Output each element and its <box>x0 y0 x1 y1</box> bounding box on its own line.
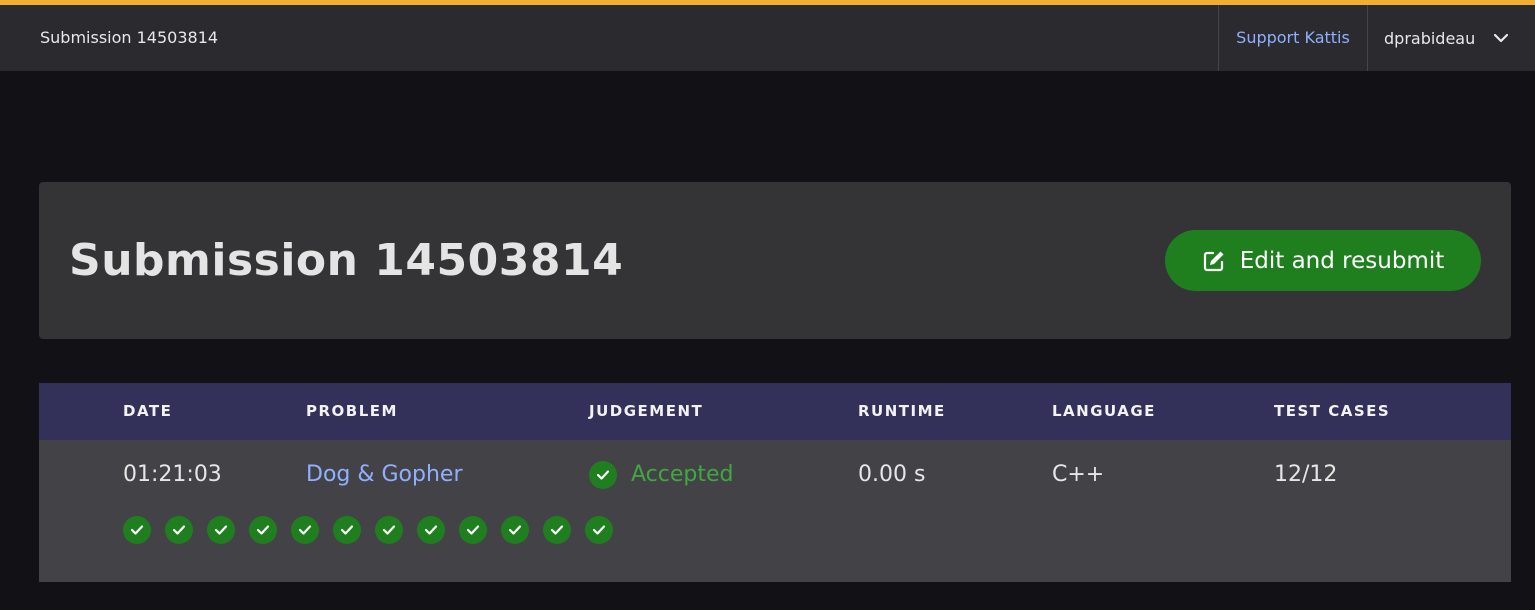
test-case-accepted-icon[interactable] <box>123 516 151 544</box>
column-header-language: LANGUAGE <box>1052 402 1156 420</box>
chevron-down-icon[interactable] <box>1493 33 1509 43</box>
topbar-page-title: Submission 14503814 <box>40 28 219 47</box>
test-case-accepted-icon[interactable] <box>207 516 235 544</box>
test-case-accepted-icon[interactable] <box>459 516 487 544</box>
judgement-label: Accepted <box>631 462 734 487</box>
test-cases-value: 12/12 <box>1274 462 1338 487</box>
test-case-accepted-icon[interactable] <box>501 516 529 544</box>
judgement-status: Accepted <box>589 460 733 490</box>
test-case-accepted-icon[interactable] <box>585 516 613 544</box>
problem-link[interactable]: Dog & Gopher <box>306 462 463 487</box>
username: dprabideau <box>1384 28 1476 48</box>
test-case-accepted-icon[interactable] <box>333 516 361 544</box>
top-navbar: Submission 14503814 Support Kattis dprab… <box>0 5 1535 71</box>
column-header-runtime: RUNTIME <box>858 402 946 420</box>
column-header-test-cases: TEST CASES <box>1274 402 1391 420</box>
edit-and-resubmit-button[interactable]: Edit and resubmit <box>1165 230 1481 291</box>
user-menu[interactable]: dprabideau <box>1368 5 1535 71</box>
edit-icon <box>1202 249 1226 273</box>
test-case-accepted-icon[interactable] <box>165 516 193 544</box>
check-circle-icon <box>589 461 617 489</box>
resubmit-label: Edit and resubmit <box>1239 247 1445 274</box>
table-header: DATE PROBLEM JUDGEMENT RUNTIME LANGUAGE … <box>39 383 1511 440</box>
test-case-accepted-icon[interactable] <box>543 516 571 544</box>
test-case-accepted-icon[interactable] <box>249 516 277 544</box>
submission-table: DATE PROBLEM JUDGEMENT RUNTIME LANGUAGE … <box>39 383 1511 582</box>
language-value: C++ <box>1052 462 1105 487</box>
submission-date: 01:21:03 <box>123 462 222 487</box>
page-title: Submission 14503814 <box>69 235 624 286</box>
test-case-accepted-icon[interactable] <box>375 516 403 544</box>
column-header-date: DATE <box>123 402 173 420</box>
runtime-value: 0.00 s <box>858 462 926 487</box>
test-case-accepted-icon[interactable] <box>417 516 445 544</box>
column-header-problem: PROBLEM <box>306 402 398 420</box>
test-case-accepted-icon[interactable] <box>291 516 319 544</box>
submission-header: Submission 14503814 Edit and resubmit <box>39 182 1511 339</box>
support-kattis-link[interactable]: Support Kattis <box>1219 5 1367 71</box>
test-case-results <box>123 516 613 546</box>
column-header-judgement: JUDGEMENT <box>589 402 704 420</box>
